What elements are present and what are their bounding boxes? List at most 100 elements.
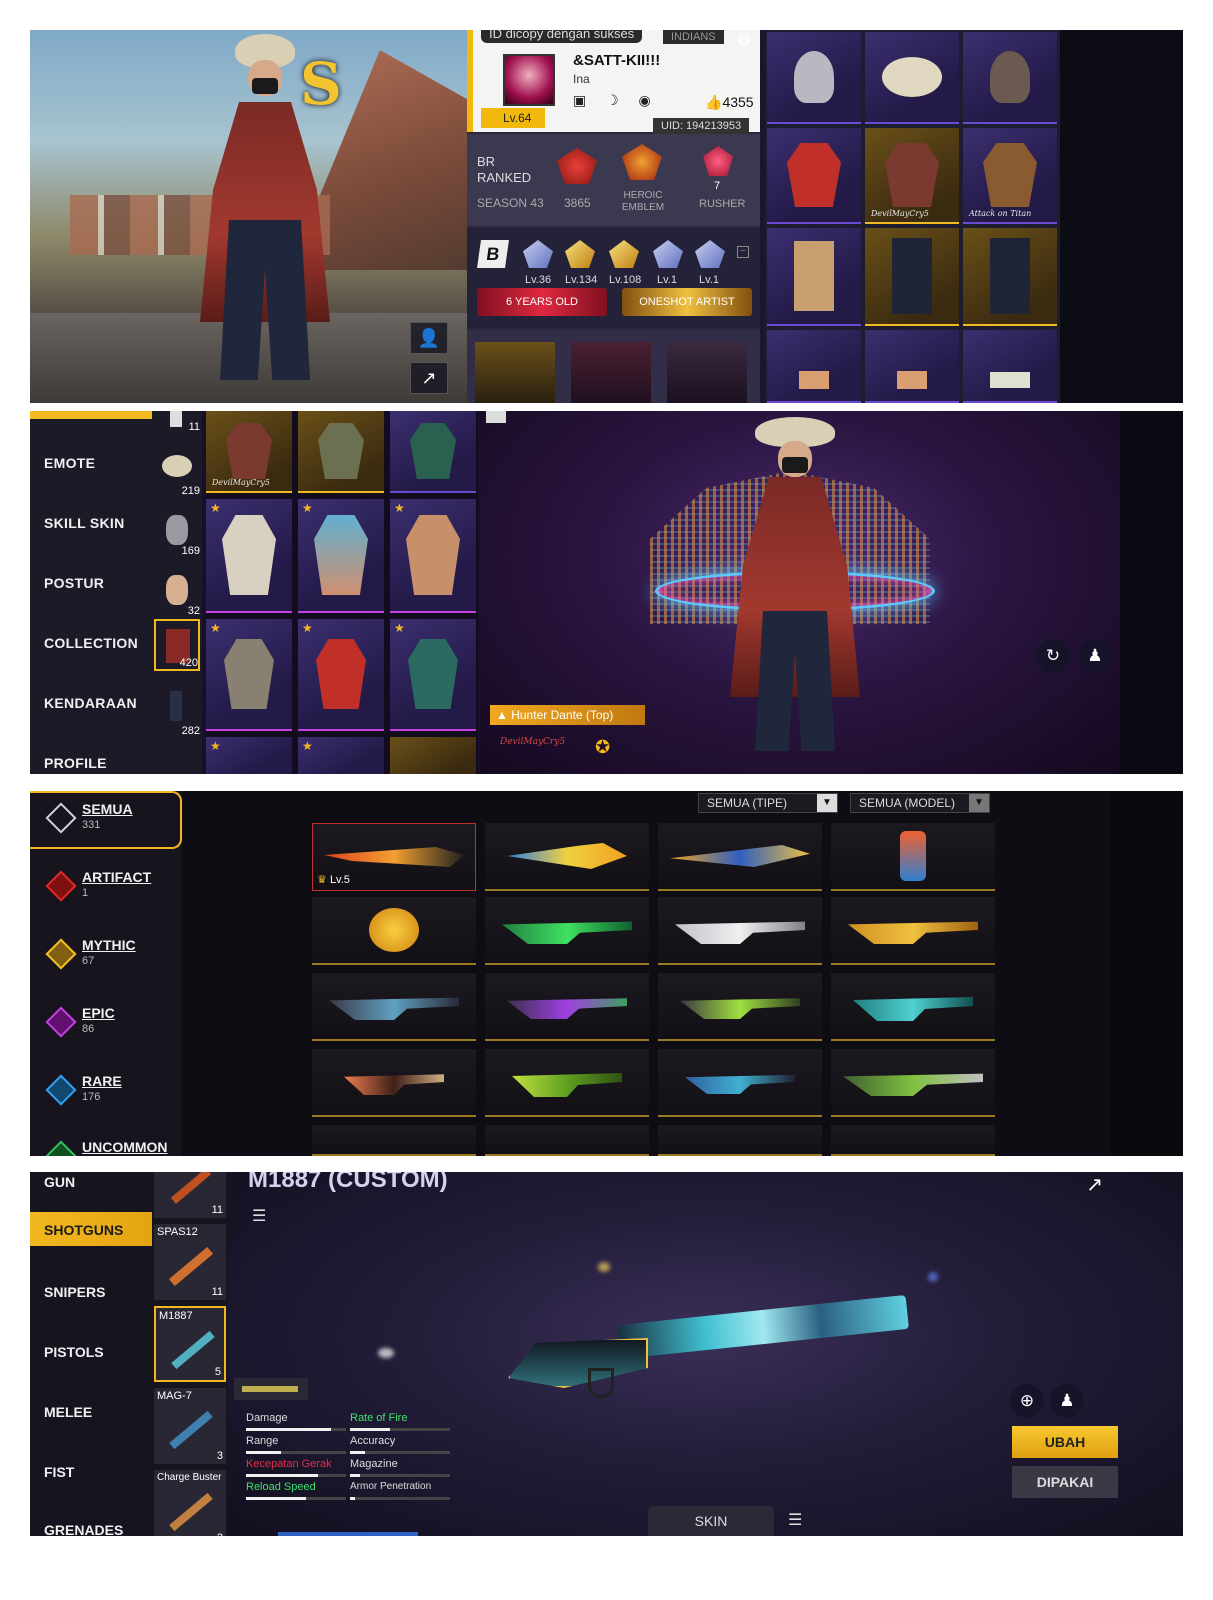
gun-item[interactable]: Charge Buster 2	[154, 1470, 226, 1536]
skin-tab[interactable]: SKIN	[648, 1506, 774, 1536]
category-melee[interactable]: MELEE	[44, 1404, 92, 1420]
rarity-epic[interactable]: EPIC 86	[44, 1005, 174, 1045]
weapon-item[interactable]	[831, 1125, 995, 1156]
gun-item-selected[interactable]: M1887 5	[154, 1306, 226, 1382]
category-thumb[interactable]: 282	[154, 685, 200, 737]
weapon-item[interactable]	[658, 1049, 822, 1117]
item-hair[interactable]	[767, 32, 861, 124]
category-thumb[interactable]: 169	[154, 505, 200, 557]
player-card[interactable]: &SATT-KII!!! Ina ▣ ☽ ◉ 👍4355 Lv.64 UID: …	[467, 30, 760, 134]
skin-thumbnail[interactable]	[234, 1378, 308, 1400]
gear-icon[interactable]: ⚙	[737, 30, 751, 50]
category-thumb[interactable]: 32	[154, 565, 200, 617]
badge-icon[interactable]	[653, 240, 683, 268]
item-hat[interactable]	[865, 32, 959, 124]
attachment-icon[interactable]: ☰	[252, 1206, 266, 1226]
weapon-item[interactable]	[312, 1125, 476, 1156]
rarity-mythic[interactable]: MYTHIC 67	[44, 937, 174, 977]
collection-item[interactable]: ★	[298, 619, 384, 731]
menu-item-kendaraan[interactable]: KENDARAAN	[44, 695, 137, 711]
menu-item-profile[interactable]: PROFILE	[44, 755, 107, 771]
category-thumb-selected[interactable]: 420	[154, 619, 200, 671]
weapon-item[interactable]	[312, 897, 476, 965]
gun-item[interactable]: MAG-7 3	[154, 1388, 226, 1464]
badge-icon[interactable]	[565, 240, 595, 268]
likes-count[interactable]: 👍4355	[705, 94, 754, 111]
rarity-uncommon[interactable]: UNCOMMON	[44, 1139, 174, 1156]
category-pistols[interactable]: PISTOLS	[44, 1344, 104, 1360]
weapon-item[interactable]	[312, 1049, 476, 1117]
menu-item-postur[interactable]: POSTUR	[44, 575, 104, 591]
weapon-item[interactable]: ♛ Lv.5	[312, 823, 476, 891]
uid-label[interactable]: UID: 194213953	[653, 118, 750, 134]
weapon-item[interactable]	[485, 973, 649, 1041]
outfit-slot[interactable]	[571, 342, 651, 403]
change-button[interactable]: UBAH	[1012, 1426, 1118, 1458]
share-icon[interactable]: ↗	[1086, 1172, 1103, 1197]
character-view-button[interactable]: ♟	[1050, 1384, 1084, 1418]
inspect-icon[interactable]: ☰	[788, 1510, 802, 1530]
weapon-item[interactable]	[831, 1049, 995, 1117]
weapon-item[interactable]	[658, 973, 822, 1041]
category-grenades[interactable]: GRENADES	[44, 1522, 123, 1536]
weapon-item[interactable]	[485, 1125, 649, 1156]
category-fist[interactable]: FIST	[44, 1464, 74, 1480]
weapon-item[interactable]	[312, 973, 476, 1041]
item-top[interactable]: DevilMayCry5	[865, 128, 959, 224]
badge-icon[interactable]	[609, 240, 639, 268]
gun-item[interactable]: 11	[154, 1172, 226, 1218]
item-head[interactable]	[963, 32, 1057, 124]
collection-item[interactable]: ★	[206, 499, 292, 613]
rarity-artifact[interactable]: ARTIFACT 1	[44, 869, 174, 909]
category-gun[interactable]: GUN	[44, 1174, 75, 1190]
weapon-item[interactable]	[658, 1125, 822, 1156]
collection-item[interactable]: ★	[206, 737, 292, 774]
filter-model-dropdown[interactable]: SEMUA (MODEL) ▼	[850, 793, 990, 813]
collection-item[interactable]: ★	[390, 619, 476, 731]
collection-item[interactable]: ★	[298, 499, 384, 613]
collection-item[interactable]	[390, 737, 476, 774]
menu-item-collection[interactable]: COLLECTION	[44, 635, 138, 651]
weapon-item[interactable]	[485, 1049, 649, 1117]
category-shotguns[interactable]: SHOTGUNS	[44, 1222, 123, 1238]
weapon-item[interactable]	[831, 823, 995, 891]
collection-item[interactable]: ★	[298, 737, 384, 774]
pose-button[interactable]: ♟	[1078, 639, 1112, 673]
collection-item[interactable]: ★	[390, 499, 476, 613]
weapon-item[interactable]	[485, 823, 649, 891]
item-shoes[interactable]	[865, 330, 959, 403]
weapon-item[interactable]	[485, 897, 649, 965]
rarity-semua[interactable]: SEMUA 331	[44, 801, 174, 841]
rarity-rare[interactable]: RARE 176	[44, 1073, 174, 1113]
menu-item-emote[interactable]: EMOTE	[44, 455, 95, 471]
badge-icon[interactable]	[695, 240, 725, 268]
item-shoes[interactable]	[963, 330, 1057, 403]
collection-item[interactable]: DevilMayCry5	[206, 411, 292, 493]
menu-item-skill-skin[interactable]: SKILL SKIN	[44, 515, 125, 531]
collapse-icon[interactable]: −	[737, 246, 749, 258]
badge-icon[interactable]	[523, 240, 553, 268]
outfit-slot[interactable]	[667, 342, 747, 403]
avatar[interactable]	[503, 54, 555, 106]
weapon-item[interactable]	[831, 973, 995, 1041]
item-top[interactable]: Attack on Titan	[963, 128, 1057, 224]
outfit-slot[interactable]	[475, 342, 555, 403]
zoom-button[interactable]: ⊕	[1010, 1384, 1044, 1418]
item-bottom[interactable]	[767, 228, 861, 326]
weapon-item[interactable]	[831, 897, 995, 965]
weapon-item[interactable]	[658, 823, 822, 891]
item-bottom[interactable]	[963, 228, 1057, 326]
category-snipers[interactable]: SNIPERS	[44, 1284, 105, 1300]
collection-item[interactable]	[298, 411, 384, 493]
item-shoes[interactable]	[767, 330, 861, 403]
collection-item[interactable]: ★	[206, 619, 292, 731]
gun-item[interactable]: SPAS12 11	[154, 1224, 226, 1300]
collection-item[interactable]	[390, 411, 476, 493]
filter-type-dropdown[interactable]: SEMUA (TIPE) ▼	[698, 793, 838, 813]
category-thumb[interactable]: 11	[154, 411, 200, 433]
profile-button[interactable]: 👤	[410, 322, 448, 354]
weapon-item[interactable]	[658, 897, 822, 965]
equipped-button[interactable]: DIPAKAI	[1012, 1466, 1118, 1498]
item-name-label[interactable]: ▲ Hunter Dante (Top)	[490, 705, 645, 725]
category-thumb[interactable]: 219	[154, 445, 200, 497]
